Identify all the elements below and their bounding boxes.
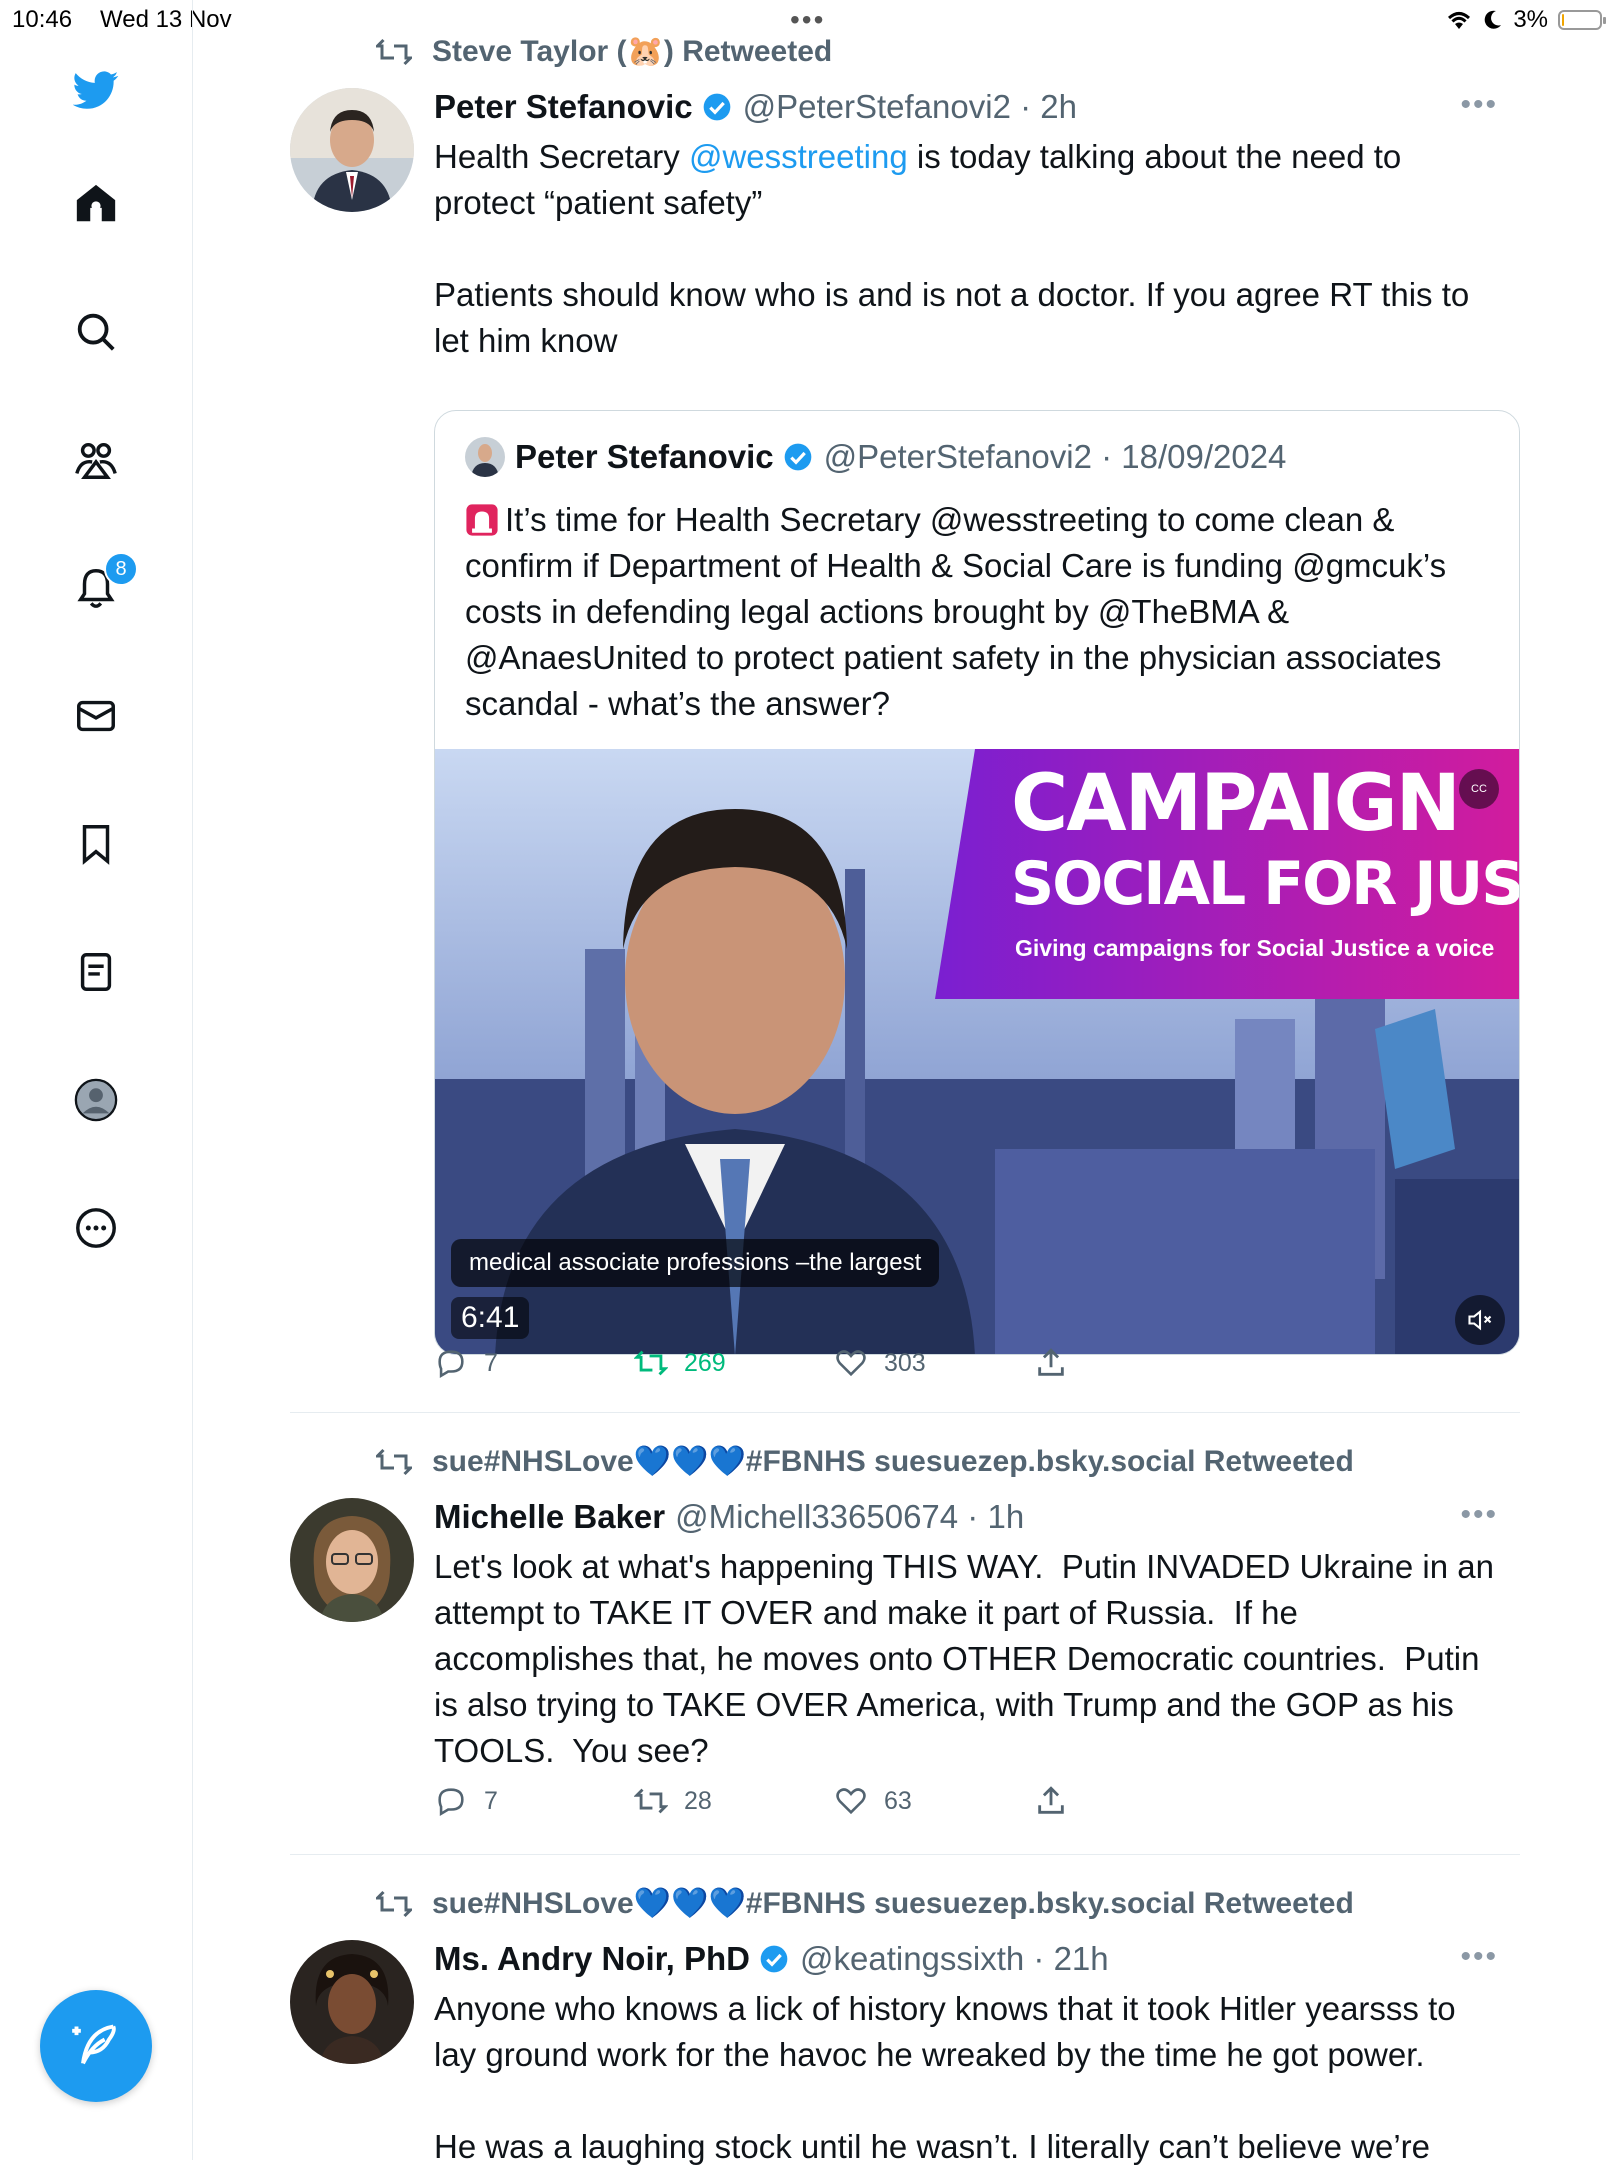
retweet-icon [376,1448,412,1475]
tweet-text-part: Health Secretary [434,138,689,175]
like-button[interactable]: 303 [834,1346,1034,1380]
share-icon [1038,1348,1064,1376]
more-options-icon[interactable]: ••• [1460,1940,1498,1974]
avatar[interactable] [290,1498,414,1622]
mute-button[interactable] [1455,1295,1505,1345]
search-icon[interactable] [64,300,128,364]
tweet[interactable]: sue#NHSLove💙💙💙#FBNHS suesuezep.bsky.soci… [290,1444,1520,1844]
tweet[interactable]: Steve Taylor (🐹) Retweeted Peter Stefano… [290,30,1520,1430]
share-button[interactable] [1034,1346,1068,1380]
reply-button[interactable]: 7 [434,1784,634,1818]
tweet-header: Peter Stefanovic @PeterStefanovi2 · 2h [434,88,1077,126]
compose-feather-icon [72,2024,116,2065]
avatar[interactable] [290,1940,414,2064]
heart-icon [836,1788,866,1815]
retweeted-by-text: sue#NHSLove💙💙💙#FBNHS suesuezep.bsky.soci… [432,1445,1354,1478]
author-name[interactable]: Ms. Andry Noir, PhD [434,1940,750,1978]
reply-count: 7 [484,1348,498,1377]
mention-link[interactable]: @wesstreeting [689,138,908,175]
author-name[interactable]: Michelle Baker [434,1498,665,1536]
like-button[interactable]: 63 [834,1784,1034,1818]
retweet-context: sue#NHSLove💙💙💙#FBNHS suesuezep.bsky.soci… [376,1444,1354,1479]
communities-icon[interactable] [64,428,128,492]
like-count: 303 [884,1348,926,1377]
heart-icon [836,1350,866,1377]
battery-icon [1558,10,1606,30]
tweet-text: Anyone who knows a lick of history knows… [434,1990,1456,2165]
share-icon [1038,1786,1064,1814]
banner-subtitle: SOCIAL FOR JUSTICE [1011,849,1520,919]
retweet-icon [634,1350,668,1376]
verified-badge-icon [760,1945,788,1973]
profile-icon[interactable] [64,1068,128,1132]
retweet-button[interactable]: 269 [634,1346,834,1380]
lists-icon[interactable] [64,940,128,1004]
author-handle-time[interactable]: @PeterStefanovi2 · 2h [743,88,1077,126]
moon-icon [1485,10,1502,29]
retweeted-by-text: sue#NHSLove💙💙💙#FBNHS suesuezep.bsky.soci… [432,1887,1354,1920]
verified-badge-icon [703,93,730,121]
reply-icon [438,1350,464,1379]
reply-button[interactable]: 7 [434,1346,634,1380]
avatar[interactable] [290,88,414,212]
quoted-author-handle-time: @PeterStefanovi2 · 18/09/2024 [823,438,1287,475]
twitter-logo-icon[interactable] [64,58,128,122]
banner-title: CAMPAIGN [1011,759,1461,849]
verified-badge-icon [784,443,811,471]
compose-tweet-button[interactable] [40,1990,152,2102]
reply-count: 7 [484,1786,498,1815]
quoted-avatar [465,437,505,477]
tweet-header: Ms. Andry Noir, PhD @keatingssixth · 21h [434,1940,1109,1978]
video-caption: medical associate professions –the large… [451,1239,940,1287]
reply-icon [438,1788,464,1817]
more-options-icon[interactable]: ••• [1460,88,1498,122]
retweet-icon [376,38,412,65]
quoted-tweet-header: Peter Stefanovic @PeterStefanovi2 · 18/0… [465,437,1286,477]
video-player[interactable]: CAMPAIGN SOCIAL FOR JUSTICE Giving campa… [435,749,1520,1354]
author-handle-time[interactable]: @Michell33650674 · 1h [675,1498,1024,1536]
tweet-text: Health Secretary @wesstreeting is today … [434,134,1504,364]
retweet-count: 28 [684,1786,712,1815]
share-button[interactable] [1034,1784,1068,1818]
author-handle-time[interactable]: @keatingssixth · 21h [800,1940,1109,1978]
like-count: 63 [884,1786,912,1815]
retweet-context: sue#NHSLove💙💙💙#FBNHS suesuezep.bsky.soci… [376,1886,1354,1921]
more-icon[interactable] [64,1196,128,1260]
quoted-text-content: It’s time for Health Secretary @wesstree… [465,501,1456,722]
tweet[interactable]: sue#NHSLove💙💙💙#FBNHS suesuezep.bsky.soci… [290,1886,1520,2165]
retweet-button[interactable]: 28 [634,1784,834,1818]
siren-icon [466,504,498,536]
quoted-tweet-text: It’s time for Health Secretary @wesstree… [465,497,1495,727]
retweet-icon [634,1788,668,1814]
bookmarks-icon[interactable] [64,812,128,876]
retweet-count: 269 [684,1348,726,1377]
author-name[interactable]: Peter Stefanovic [434,88,693,126]
speaker-muted-icon [1468,1309,1492,1331]
quoted-author-name: Peter Stefanovic [515,438,774,475]
battery-fill [1562,14,1564,26]
quoted-tweet[interactable]: Peter Stefanovic @PeterStefanovi2 · 18/0… [434,410,1520,1355]
tweet-header: Michelle Baker @Michell33650674 · 1h [434,1498,1024,1536]
retweeted-by-text: Steve Taylor (🐹) Retweeted [432,35,833,68]
notifications-icon[interactable]: 8 [64,552,138,620]
notifications-badge: 8 [104,552,138,586]
sidebar: 8 [0,0,193,2160]
closed-captions-button[interactable]: CC [1459,769,1499,809]
video-duration: 6:41 [451,1297,530,1339]
retweet-context: Steve Taylor (🐹) Retweeted [376,34,832,69]
retweet-icon [376,1890,412,1917]
more-options-icon[interactable]: ••• [1460,1498,1498,1532]
tweet-actions: 7 28 63 [434,1784,1068,1818]
tweet-divider [290,1854,1520,1855]
wifi-icon [1448,12,1471,29]
messages-icon[interactable] [64,684,128,748]
tweet-text: Let's look at what's happening THIS WAY.… [434,1548,1504,1769]
home-icon[interactable] [64,172,128,236]
banner-tagline: Giving campaigns for Social Justice a vo… [1015,935,1495,961]
tweet-divider [290,1412,1520,1413]
tweet-actions: 7 269 303 [434,1346,1068,1380]
